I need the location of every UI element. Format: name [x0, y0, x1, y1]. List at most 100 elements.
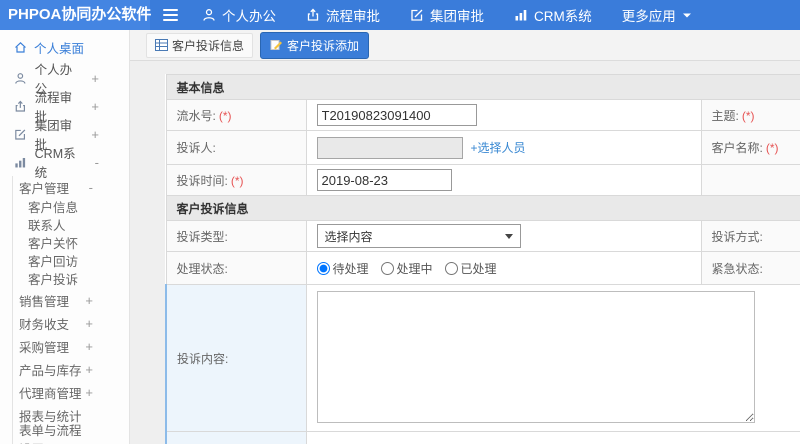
sidebar: 个人桌面 个人办公 + 流程审批 + 集团审批 + CRM系统 - 客户管理 -… [0, 30, 130, 444]
table-icon [155, 39, 168, 51]
method-label-cell: 投诉方式: [700, 220, 800, 252]
subject-label-cell: 主题: (*) [700, 99, 800, 131]
field-label: 投诉时间: [176, 173, 228, 188]
crm-submenu: 客户管理 - 客户信息 联系人 客户关怀 客户回访 客户投诉 销售管理 + 财务… [12, 176, 129, 444]
sidebar-item-label: 表单与流程设置+ [19, 423, 82, 444]
field-label: 主题: [711, 108, 739, 123]
complainant-input [316, 136, 463, 159]
sidebar-item-sales-management[interactable]: 销售管理 + [13, 289, 129, 312]
required-mark: (*) [741, 108, 755, 123]
topnav-label: CRM系统 [534, 9, 592, 24]
sidebar-item-customer-revisit[interactable]: 客户回访 [13, 253, 129, 271]
sidebar-item-label: CRM系统 [34, 147, 76, 180]
type-label-cell: 投诉类型: [165, 220, 307, 252]
hamburger-menu-icon[interactable] [163, 9, 178, 21]
sidebar-item-label: 产品与库存 [19, 364, 82, 378]
customer-submenu: 客户信息 联系人 客户关怀 客户回访 客户投诉 [13, 199, 129, 289]
choose-person-link[interactable]: +选择人员 [471, 141, 526, 155]
topnav-more-apps[interactable]: 更多应用 [622, 5, 692, 25]
expand-toggle[interactable]: + [91, 99, 99, 114]
content-textarea-cell [305, 284, 800, 432]
time-label-cell: 投诉时间: (*) [165, 164, 307, 196]
topnav-group-approval[interactable]: 集团审批 [410, 5, 484, 25]
field-label: 投诉类型: [176, 229, 228, 244]
type-select-cell: 选择内容 [305, 220, 702, 252]
top-navigation: 个人办公 流程审批 集团审批 CRM系统 更多应用 [202, 5, 692, 25]
tab-bar: 客户投诉信息 客户投诉添加 [130, 30, 800, 61]
sidebar-item-label: 采购管理 [19, 341, 70, 355]
field-label: 处理状态: [176, 261, 228, 276]
complaint-time-input[interactable] [316, 169, 452, 191]
required-mark: (*) [765, 141, 779, 155]
tab-complaint-add[interactable]: 客户投诉添加 [260, 31, 370, 59]
sidebar-item-label: 销售管理 [19, 295, 70, 309]
urgent-label-cell: 紧急状态: [700, 251, 800, 285]
sidebar-item-label: 个人桌面 [34, 41, 85, 56]
section-title: 基本信息 [165, 74, 800, 100]
user-icon [203, 9, 215, 21]
row-complaint-time: 投诉时间: (*) [165, 164, 800, 196]
expand-toggle[interactable]: + [85, 385, 93, 400]
tab-label: 客户投诉添加 [287, 38, 360, 53]
serial-input[interactable] [316, 104, 477, 126]
sidebar-item-agent-management[interactable]: 代理商管理 + [13, 381, 129, 404]
radio-processed[interactable]: 已处理 [444, 260, 497, 277]
tab-complaint-info[interactable]: 客户投诉信息 [146, 32, 254, 58]
row-complaint-content: 投诉内容: [165, 284, 800, 432]
collapse-toggle[interactable]: - [95, 155, 99, 170]
sidebar-item-customer-info[interactable]: 客户信息 [13, 199, 129, 217]
select-arrow-icon [504, 233, 513, 239]
expand-toggle[interactable]: + [91, 127, 99, 142]
section-title: 客户投诉信息 [165, 195, 800, 221]
serial-label-cell: 流水号: (*) [165, 99, 307, 131]
tab-label: 客户投诉信息 [172, 38, 245, 53]
complaint-type-select[interactable]: 选择内容 [316, 224, 521, 248]
top-header: PHPOA协同办公软件 个人办公 流程审批 集团审批 CRM系统 更多应用 [0, 0, 800, 30]
status-radio-cell: 待处理 处理中 已处理 [305, 251, 702, 285]
caret-down-icon [682, 13, 691, 17]
radio-processing[interactable]: 处理中 [380, 260, 433, 277]
row-complainant: 投诉人: +选择人员 客户名称: (*) [165, 130, 800, 165]
sidebar-item-customer-care[interactable]: 客户关怀 [13, 235, 129, 253]
expand-toggle[interactable]: + [85, 362, 93, 377]
expand-toggle[interactable]: + [91, 71, 99, 86]
expand-toggle[interactable]: + [85, 339, 93, 354]
app-logo: PHPOA协同办公软件 [0, 0, 151, 30]
collapse-toggle[interactable]: - [89, 180, 93, 195]
radio-label: 处理中 [396, 261, 433, 276]
customer-name-label-cell: 客户名称: (*) [700, 130, 800, 165]
topnav-label: 集团审批 [430, 9, 484, 24]
main-content: 客户投诉信息 客户投诉添加 基本信息 流水号:(*) 主题:(*) [130, 30, 800, 444]
topnav-personal-office[interactable]: 个人办公 [202, 5, 276, 25]
selected-option: 选择内容 [324, 229, 373, 244]
time-input-cell [305, 164, 702, 196]
radio-processing-input[interactable] [380, 261, 394, 275]
sidebar-item-contacts[interactable]: 联系人 [13, 217, 129, 235]
topnav-label: 更多应用 [621, 9, 676, 24]
topnav-label: 流程审批 [326, 9, 380, 24]
radio-pending[interactable]: 待处理 [316, 260, 369, 277]
serial-input-cell [305, 99, 702, 131]
radio-pending-input[interactable] [316, 261, 330, 275]
edit-icon [411, 9, 423, 21]
topnav-workflow-approval[interactable]: 流程审批 [306, 5, 380, 25]
expand-toggle[interactable]: + [85, 293, 93, 308]
sidebar-item-finance[interactable]: 财务收支 + [13, 312, 129, 335]
sidebar-item-customer-complaint[interactable]: 客户投诉 [13, 271, 129, 289]
topnav-crm-system[interactable]: CRM系统 [514, 5, 592, 25]
radio-label: 待处理 [332, 261, 369, 276]
sidebar-item-products-inventory[interactable]: 产品与库存 + [13, 358, 129, 381]
radio-processed-input[interactable] [444, 261, 458, 275]
complaint-content-textarea[interactable] [316, 291, 755, 423]
field-label: 紧急状态: [711, 261, 763, 276]
field-label: 投诉内容: [177, 351, 229, 366]
field-label: 客户名称: [711, 141, 763, 155]
sidebar-item-label: 客户管理 [19, 182, 70, 196]
expand-toggle[interactable]: + [85, 316, 93, 331]
required-mark: (*) [218, 108, 232, 123]
section-complaint-info: 客户投诉信息 [165, 195, 800, 221]
sidebar-item-crm-system[interactable]: CRM系统 - [0, 147, 129, 180]
sidebar-item-purchasing[interactable]: 采购管理 + [13, 335, 129, 358]
field-label: 流水号: [176, 108, 216, 123]
sidebar-item-form-workflow-settings[interactable]: 表单与流程设置+ [13, 424, 129, 444]
